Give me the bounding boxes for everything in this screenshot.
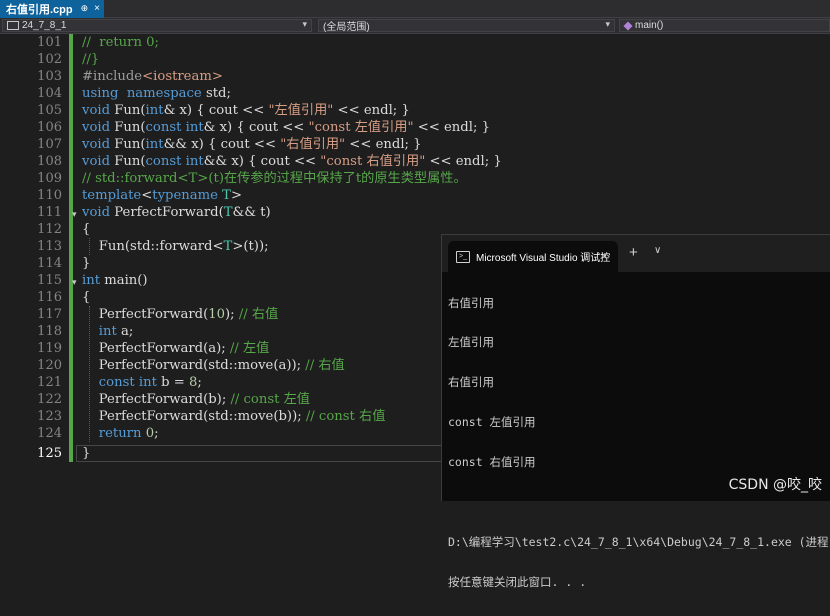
line-number: 120	[37, 358, 62, 373]
code-line[interactable]: }	[82, 255, 90, 272]
chevron-down-icon: ▾	[302, 19, 307, 29]
code-line[interactable]: void Fun(const int&& x) { cout << "const…	[82, 153, 502, 170]
console-line: D:\编程学习\test2.c\24_7_8_1\x64\Debug\24_7_…	[448, 534, 829, 549]
code-line[interactable]: // std::forward<T>(t)在传参的过程中保持了t的原生类型属性。	[82, 170, 467, 187]
tab-filename: 右值引用.cpp	[6, 3, 73, 16]
navigation-bar: 24_7_8_1 ▾ (全局范围) ▾ main()	[0, 18, 830, 34]
code-line[interactable]: Fun(std::forward<T>(t));	[82, 238, 269, 255]
code-line[interactable]: const int b = 8;	[82, 374, 202, 391]
member-label: main()	[635, 20, 664, 31]
line-number-current: 125	[37, 446, 62, 461]
code-line[interactable]: }	[82, 445, 90, 462]
line-number: 115	[37, 273, 62, 288]
line-number: 103	[37, 69, 62, 84]
code-line[interactable]: PerfectForward(10); // 右值	[82, 306, 279, 323]
console-titlebar: >_ Microsoft Visual Studio 调试控 × + ∨	[442, 235, 830, 272]
code-line[interactable]: PerfectForward(std::move(b)); // const 右…	[82, 408, 386, 425]
code-line[interactable]: PerfectForward(b); // const 左值	[82, 391, 310, 408]
watermark: CSDN @咬_咬	[728, 477, 822, 493]
code-line[interactable]: void PerfectForward(T&& t)	[82, 204, 271, 221]
tab-file[interactable]: 右值引用.cpp ⊕ ×	[0, 0, 104, 17]
console-line: ​	[448, 496, 828, 509]
new-tab-button[interactable]: +	[629, 244, 638, 261]
close-icon[interactable]: ×	[601, 249, 608, 263]
line-number: 121	[37, 375, 62, 390]
line-number: 122	[37, 392, 62, 407]
project-dropdown[interactable]: 24_7_8_1 ▾	[2, 19, 312, 32]
line-number: 105	[37, 103, 62, 118]
line-number: 106	[37, 120, 62, 135]
method-icon	[623, 20, 633, 31]
project-label: 24_7_8_1	[22, 20, 67, 31]
code-line[interactable]: void Fun(int&& x) { cout << "右值引用" << en…	[82, 136, 422, 153]
project-icon	[7, 21, 19, 30]
line-number: 107	[37, 137, 62, 152]
code-line[interactable]: PerfectForward(std::move(a)); // 右值	[82, 357, 345, 374]
code-line[interactable]: //}	[82, 51, 99, 68]
line-number: 109	[37, 171, 62, 186]
console-line: 左值引用	[448, 335, 494, 350]
code-line[interactable]: void Fun(int& x) { cout << "左值引用" << end…	[82, 102, 410, 119]
collapse-icon[interactable]: ▾	[72, 277, 77, 288]
line-number: 111	[37, 205, 62, 220]
code-line[interactable]: {	[82, 221, 90, 238]
code-line[interactable]: return 0;	[82, 425, 159, 442]
console-output: 右值引用 左值引用 右值引用 const 左值引用 const 右值引用 ​ D…	[448, 270, 829, 616]
line-number: 112	[37, 222, 62, 237]
console-tab[interactable]: >_ Microsoft Visual Studio 调试控 ×	[448, 241, 618, 272]
close-tab-icon[interactable]: ×	[94, 3, 100, 14]
line-number: 102	[37, 52, 62, 67]
line-number: 114	[37, 256, 62, 271]
chevron-down-icon: ▾	[605, 19, 610, 29]
console-line: 右值引用	[448, 295, 494, 310]
line-number: 113	[37, 239, 62, 254]
code-line[interactable]: void Fun(const int& x) { cout << "const …	[82, 119, 490, 136]
code-line[interactable]: {	[82, 289, 90, 306]
code-line[interactable]: using namespace std;	[82, 85, 231, 102]
line-number: 110	[37, 188, 62, 203]
console-line: 右值引用	[448, 375, 494, 390]
code-line[interactable]: // return 0;	[82, 34, 159, 51]
line-number-gutter: 101 102 103 104 105 106 107 108 109 110 …	[0, 34, 62, 500]
terminal-icon: >_	[456, 250, 470, 263]
change-tracking-bar	[69, 34, 73, 462]
collapse-icon[interactable]: ▾	[72, 209, 77, 220]
line-number: 104	[37, 86, 62, 101]
console-line: 按任意键关闭此窗口. . .	[448, 574, 587, 589]
scope-label: (全局范围)	[323, 22, 370, 33]
line-number: 123	[37, 409, 62, 424]
line-number: 118	[37, 324, 62, 339]
console-line: const 左值引用	[448, 415, 536, 430]
console-tab-title: Microsoft Visual Studio 调试控	[476, 253, 611, 264]
code-line[interactable]: PerfectForward(a); // 左值	[82, 340, 270, 357]
code-line[interactable]: int a;	[82, 323, 134, 340]
member-dropdown[interactable]: main()	[619, 19, 830, 32]
scope-dropdown[interactable]: (全局范围) ▾	[318, 19, 615, 33]
line-number: 116	[37, 290, 62, 305]
code-line[interactable]: #include<iostream>	[82, 68, 223, 85]
document-tab-strip: 右值引用.cpp ⊕ ×	[0, 0, 830, 18]
line-number: 108	[37, 154, 62, 169]
chevron-down-icon[interactable]: ∨	[654, 245, 661, 256]
line-number: 117	[37, 307, 62, 322]
code-line[interactable]: int main()	[82, 272, 148, 289]
pin-icon[interactable]: ⊕	[81, 3, 89, 14]
code-line[interactable]: template<typename T>	[82, 187, 242, 204]
line-number: 124	[37, 426, 62, 441]
console-line: const 右值引用	[448, 455, 536, 470]
debug-console-window[interactable]: >_ Microsoft Visual Studio 调试控 × + ∨ 右值引…	[441, 234, 830, 589]
line-number: 101	[37, 35, 62, 50]
line-number: 119	[37, 341, 62, 356]
